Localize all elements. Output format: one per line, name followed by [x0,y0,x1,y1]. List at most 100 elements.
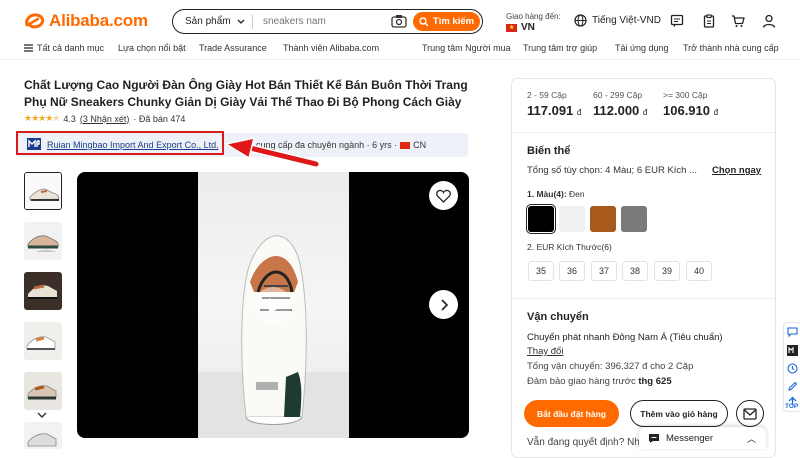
tier-range: 60 - 299 Cặp [593,90,643,100]
edit-icon[interactable] [787,381,798,392]
shipping-method: Chuyển phát nhanh Đông Nam Á (Tiêu chuẩn… [527,332,723,343]
search-button[interactable]: Tìm kiếm [413,12,480,31]
size-option[interactable]: 36 [559,261,585,281]
tier-currency: đ [642,108,648,117]
shoe-thumbnail-icon [25,173,61,209]
thumbnail-6[interactable] [24,422,62,449]
floating-sidebar [783,322,800,412]
messenger-label: Messenger [666,432,713,444]
play-button[interactable] [254,287,292,325]
product-title: Chất Lượng Cao Người Đàn Ông Giày Hot Bá… [24,78,468,109]
chevron-right-icon [440,298,448,311]
search-category-select[interactable]: Sản phẩm [173,14,253,29]
rating-stars-icon: ★★★★★ [24,113,60,123]
nav-item-trade-assurance[interactable]: Trade Assurance [199,43,267,53]
color-swatch-brown[interactable] [590,206,616,232]
highlight-box [16,131,224,155]
annotation-arrow-icon [225,137,320,168]
nav-item-become-supplier[interactable]: Trở thành nhà cung cấp [683,43,779,53]
logo-text: Alibaba.com [49,11,148,30]
search-button-label: Tìm kiếm [432,16,475,27]
thumbnail-video[interactable] [24,172,62,210]
history-icon[interactable] [787,363,798,374]
cart-icon[interactable] [731,14,745,28]
color-swatch-white[interactable] [559,206,585,232]
color-label: 1. Màu(4): Đen [527,189,585,199]
messenger-widget[interactable]: Messenger ︿ [639,427,766,449]
divider [512,298,775,299]
tier-price: 112.000 đ [593,103,647,118]
mail-icon [743,407,757,420]
price-tier-2: 60 - 299 Cặp 112.000 đ [593,90,647,118]
supplier-country: CN [413,140,427,150]
orders-icon[interactable] [702,14,716,28]
thumbnail-3[interactable] [24,272,62,310]
deliver-to[interactable]: Giao hàng đến: VN [506,11,561,34]
tier-range: >= 300 Cặp [663,90,708,100]
variants-title: Biến thể [527,145,571,157]
size-option[interactable]: 37 [591,261,617,281]
message-icon[interactable] [670,14,684,28]
contact-supplier-button[interactable] [736,400,764,427]
account-icon[interactable] [762,14,776,28]
shipping-total: Tổng vận chuyển: 396.327 đ cho 2 Cặp [527,361,694,372]
start-order-button[interactable]: Bắt đầu đặt hàng [524,400,619,427]
china-flag-icon [400,141,411,149]
header: Alibaba.com Sản phẩm Tìm kiếm Giao hàng … [0,0,800,40]
heart-icon [436,189,451,203]
vietnam-flag-icon [506,23,517,34]
shipping-title: Vận chuyển [527,311,589,323]
size-option[interactable]: 40 [686,261,712,281]
thumbnail-2[interactable] [24,222,62,260]
tier-range: 2 - 59 Cặp [527,90,567,100]
color-label-title: 1. Màu(4): [527,189,567,199]
thumbnail-4[interactable] [24,322,62,360]
size-option[interactable]: 35 [528,261,554,281]
price-tier-1: 2 - 59 Cặp 117.091 đ [527,90,581,118]
chat-icon[interactable] [787,327,798,338]
add-to-cart-button[interactable]: Thêm vào giỏ hàng [630,400,728,427]
size-option[interactable]: 39 [654,261,680,281]
thumbnail-5[interactable] [24,372,62,410]
nav-item-membership[interactable]: Thành viên Alibaba.com [283,43,379,53]
choose-now-link[interactable]: Chọn ngay [712,165,761,176]
shoe-thumbnail-icon [24,422,62,449]
color-selected: Đen [569,189,585,199]
search-icon [419,16,429,26]
chevron-down-icon [237,19,245,24]
tier-price: 106.910 đ [663,103,718,118]
next-image-button[interactable] [429,290,458,319]
size-label: 2. EUR Kích Thước(6) [527,242,612,252]
nav-item-help-center[interactable]: Trung tâm trợ giúp [523,43,597,53]
search-category-label: Sản phẩm [185,16,231,27]
chevron-up-icon[interactable]: ︿ [747,432,756,445]
supplier-logo-icon[interactable] [787,345,798,356]
color-swatch-black[interactable] [525,203,557,235]
language-selector[interactable]: Tiếng Việt-VND [574,14,661,27]
globe-icon [574,14,587,27]
chat-icon [649,433,659,443]
shoe-thumbnail-icon [24,372,62,410]
variants-summary: Tổng số tùy chọn: 4 Màu; 6 EUR Kích ... [527,165,698,176]
tier-price-value: 106.910 [663,103,710,118]
favorite-button[interactable] [429,181,458,210]
color-swatch-gray[interactable] [621,206,647,232]
reviews-link[interactable]: (3 Nhận xét) [80,114,130,124]
nav-item-buyer-center[interactable]: Trung tâm Người mua [422,43,511,53]
tier-price-value: 112.000 [593,103,640,118]
nav-item-featured[interactable]: Lựa chọn nổi bật [118,43,186,53]
alibaba-logo[interactable]: Alibaba.com [24,10,148,32]
chevron-down-icon[interactable] [36,410,48,420]
nav-bar: Tất cả danh mục Lựa chọn nổi bật Trade A… [0,40,800,60]
product-video[interactable] [77,172,469,438]
nav-item-get-app[interactable]: Tải ứng dụng [615,43,669,53]
nav-all-categories[interactable]: Tất cả danh mục [24,43,104,53]
size-option[interactable]: 38 [622,261,648,281]
search-input[interactable] [263,16,393,27]
camera-icon[interactable] [391,14,407,28]
shipping-change-link[interactable]: Thay đổi [527,346,563,357]
price-tier-3: >= 300 Cặp 106.910 đ [663,90,718,118]
tier-currency: đ [576,108,582,117]
guarantee-text: Đảm bảo giao hàng trước [527,376,636,387]
back-to-top-label[interactable]: TOP [785,403,798,410]
